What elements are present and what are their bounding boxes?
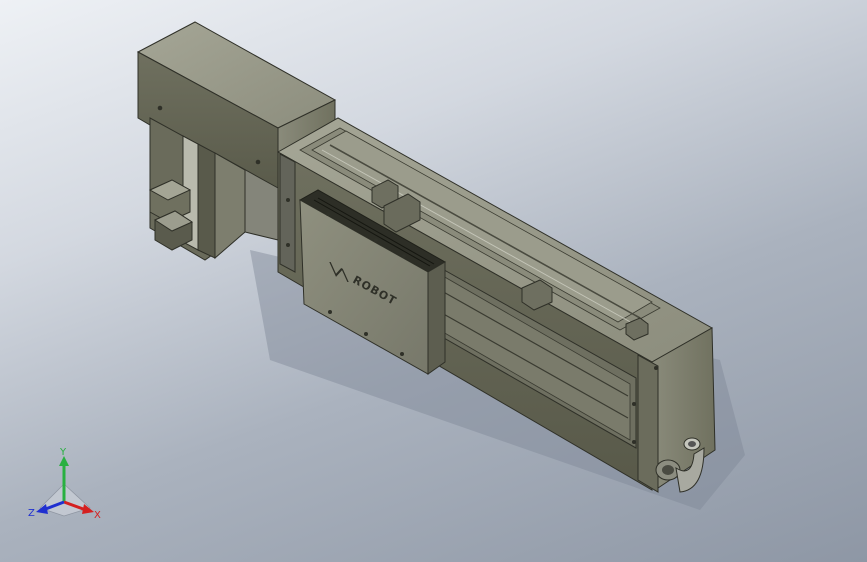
- y-axis-label: Y: [59, 447, 67, 458]
- plate-side: [427, 261, 446, 375]
- screw: [402, 254, 406, 258]
- screw: [632, 402, 636, 406]
- end-cap-front: [637, 354, 659, 493]
- screw: [374, 238, 378, 242]
- linear-actuator-model[interactable]: ROBOT: [0, 0, 867, 562]
- screw: [255, 159, 261, 165]
- screw: [157, 105, 163, 111]
- screw: [328, 310, 332, 314]
- screw: [654, 366, 658, 370]
- graphics-viewport[interactable]: ROBOT Y X Z: [0, 0, 867, 562]
- x-axis-arrow: [82, 504, 94, 514]
- axis-triad: Y X Z: [28, 447, 101, 521]
- screw: [364, 332, 368, 336]
- screw: [326, 212, 330, 216]
- screw: [400, 352, 404, 356]
- x-axis-label: X: [94, 510, 101, 521]
- z-axis-label: Z: [28, 508, 35, 519]
- screw: [632, 440, 636, 444]
